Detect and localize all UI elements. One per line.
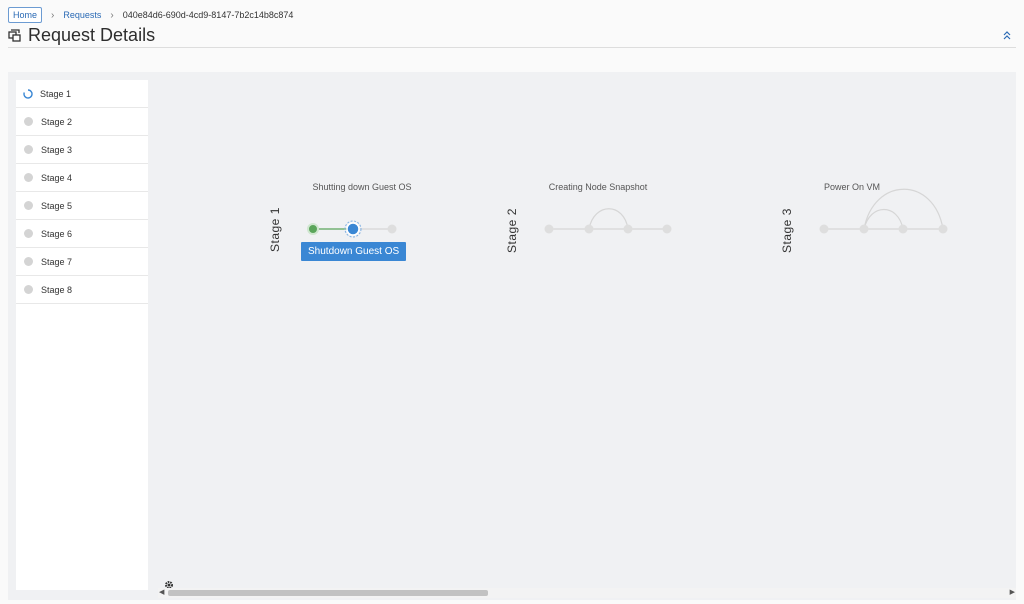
stage-list-label: Stage 4 (41, 172, 73, 183)
stage-list-label: Stage 2 (41, 116, 73, 127)
pending-status-icon (24, 145, 33, 154)
stage-list-item[interactable]: Stage 1 (16, 80, 148, 108)
breadcrumb-requests-link[interactable]: Requests (63, 10, 101, 20)
workflow-node-active (346, 222, 360, 236)
stage-list-item[interactable]: Stage 7 (16, 248, 148, 276)
stage-list-item[interactable]: Stage 5 (16, 192, 148, 220)
workflow-node-pending (387, 224, 397, 234)
workspace: Stage 1 Stage 2 Stage 3 Stage 4 Stage 5 … (8, 72, 1016, 600)
stage-list-label: Stage 3 (41, 144, 73, 155)
pending-status-icon (24, 285, 33, 294)
double-chevron-up-icon[interactable] (1002, 29, 1012, 41)
breadcrumb: Home › Requests › 040e84d6-690d-4cd9-814… (8, 7, 293, 23)
pending-status-icon (24, 257, 33, 266)
scrollbar-thumb[interactable] (168, 590, 488, 596)
stage-list-label: Stage 7 (41, 256, 73, 267)
stage-list-item[interactable]: Stage 6 (16, 220, 148, 248)
workflow-edge-arc (863, 188, 944, 230)
workflow-graph (307, 188, 948, 238)
workflow-node-pending (898, 224, 908, 234)
workflow-node-pending (623, 224, 633, 234)
stage-list-label: Stage 6 (41, 228, 73, 239)
stage-list-item[interactable]: Stage 2 (16, 108, 148, 136)
breadcrumb-separator-icon: › (51, 9, 55, 21)
breadcrumb-home-link[interactable]: Home (8, 7, 43, 23)
scroll-left-icon[interactable]: ◀ (159, 588, 164, 598)
workflow-node-pending (544, 224, 554, 234)
node-tooltip: Shutdown Guest OS (301, 242, 407, 261)
workflow-node-pending (584, 224, 594, 234)
workflow-edge-arc (588, 208, 629, 230)
page-title: Request Details (28, 25, 156, 45)
stage-list-label: Stage 1 (40, 88, 72, 99)
workflow-node-pending (859, 224, 869, 234)
pending-status-icon (24, 173, 33, 182)
workflow-node-pending (938, 224, 948, 234)
stage-list-item[interactable]: Stage 8 (16, 276, 148, 304)
stage-list-item[interactable]: Stage 3 (16, 136, 148, 164)
scroll-right-icon[interactable]: ▶ (1010, 588, 1015, 598)
request-details-icon (8, 28, 21, 42)
stage-list-label: Stage 5 (41, 200, 73, 211)
stage-list: Stage 1 Stage 2 Stage 3 Stage 4 Stage 5 … (16, 80, 148, 590)
horizontal-scrollbar[interactable]: ◀ ▶ (158, 588, 1016, 598)
stage-list-item[interactable]: Stage 4 (16, 164, 148, 192)
workflow-node-done (307, 223, 319, 235)
stage-list-label: Stage 8 (41, 284, 73, 295)
workflow-node-pending (819, 224, 829, 234)
workflow-canvas[interactable]: Shutting down Guest OS Creating Node Sna… (158, 72, 1016, 600)
pending-status-icon (24, 201, 33, 210)
pending-status-icon (24, 229, 33, 238)
breadcrumb-separator-icon: › (110, 9, 114, 21)
page-header: Request Details (8, 24, 1016, 48)
breadcrumb-current: 040e84d6-690d-4cd9-8147-7b2c14b8c874 (122, 10, 294, 20)
spinner-icon (23, 88, 33, 99)
workflow-node-pending (662, 224, 672, 234)
pending-status-icon (24, 117, 33, 126)
